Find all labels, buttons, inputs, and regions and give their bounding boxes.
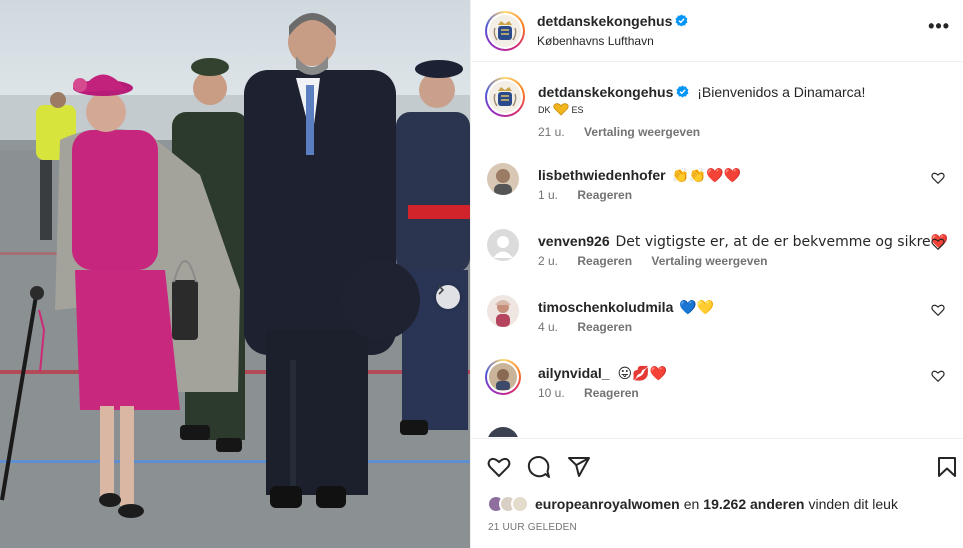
- more-options-icon[interactable]: •••: [928, 17, 950, 35]
- caption-age: 21 u.: [538, 125, 565, 139]
- likes-suffix: vinden dit leuk: [808, 496, 898, 512]
- comment-username[interactable]: ailynvidal_: [538, 365, 610, 381]
- comment-text: 💙💛: [679, 300, 715, 316]
- comment-body: timoschenkoludmila 💙💛: [538, 298, 714, 317]
- reply-button[interactable]: Reageren: [577, 188, 632, 202]
- royal-crest-icon: [489, 81, 521, 113]
- comment-item-partial: [487, 427, 957, 437]
- caption-text: ¡Bienvenidos a Dinamarca!: [697, 84, 866, 100]
- flag-es-label: ES: [571, 105, 584, 115]
- comment-age: 1 u.: [538, 188, 559, 202]
- comment-meta: 1 u. Reageren: [538, 188, 648, 202]
- likes-count[interactable]: 19.262 anderen: [703, 496, 804, 512]
- comment-item: venven926 Det vigtigste er, at de er bek…: [487, 229, 957, 279]
- commenter-avatar[interactable]: [487, 427, 519, 437]
- comment-item: lisbethwiedenhofer 👏👏❤️❤️ 1 u. Reageren: [487, 163, 957, 213]
- comment-username[interactable]: lisbethwiedenhofer: [538, 167, 666, 183]
- comment-username[interactable]: timoschenkoludmila: [538, 299, 673, 315]
- post-photo[interactable]: [0, 0, 470, 548]
- comment-item: ailynvidal_ 😛💋❤️ 10 u. Reageren: [485, 359, 957, 411]
- comment-body: ailynvidal_ 😛💋❤️: [538, 364, 667, 383]
- caption-meta: 21 u. Vertaling weergeven: [538, 125, 716, 139]
- commenter-avatar[interactable]: [487, 163, 519, 195]
- bookmark-icon[interactable]: [935, 455, 959, 479]
- comment-age: 10 u.: [538, 386, 565, 400]
- translate-link[interactable]: Vertaling weergeven: [651, 254, 767, 268]
- caption-flags: DK ES: [538, 103, 584, 116]
- like-comment-heart-icon[interactable]: [931, 303, 945, 317]
- heart-icon[interactable]: [487, 455, 511, 479]
- verified-badge-icon: [675, 14, 688, 27]
- comment-meta: 4 u. Reageren: [538, 320, 648, 334]
- post-timestamp[interactable]: 21 UUR GELEDEN: [488, 522, 577, 533]
- carousel-next-button[interactable]: [436, 285, 460, 309]
- liker-avatar: [511, 495, 529, 513]
- post-location[interactable]: Københavns Lufthavn: [537, 34, 654, 48]
- translate-link[interactable]: Vertaling weergeven: [584, 125, 700, 139]
- post-side-panel: detdanskekongehus Københavns Lufthavn ••…: [470, 0, 963, 548]
- author-username[interactable]: detdanskekongehus: [537, 13, 672, 29]
- comment-text: 😛💋❤️: [617, 366, 667, 382]
- likes-connector: en: [683, 496, 700, 512]
- likes-summary: europeanroyalwomen en 19.262 anderen vin…: [487, 495, 898, 513]
- like-comment-heart-icon[interactable]: [931, 237, 945, 251]
- comment-text: 👏👏❤️❤️: [671, 168, 742, 184]
- reply-button[interactable]: Reageren: [584, 386, 639, 400]
- comment-item: timoschenkoludmila 💙💛 4 u. Reageren: [487, 295, 957, 345]
- commenter-avatar[interactable]: [487, 295, 519, 327]
- reply-button[interactable]: Reageren: [577, 254, 632, 268]
- chevron-right-icon: [438, 285, 445, 295]
- comment-age: 2 u.: [538, 254, 559, 268]
- like-comment-heart-icon[interactable]: [931, 171, 945, 185]
- royal-crest-icon: [489, 15, 521, 47]
- comments-list[interactable]: detdanskekongehus ¡Bienvenidos a Dinamar…: [471, 63, 963, 437]
- comment-username[interactable]: venven926: [538, 233, 610, 249]
- comment-meta: 2 u. Reageren Vertaling weergeven: [538, 254, 783, 268]
- comment-icon[interactable]: [527, 455, 551, 479]
- comment-body: venven926 Det vigtigste er, at de er bek…: [538, 232, 948, 251]
- royal-arrival-photo: [0, 13, 470, 548]
- comment-text: Det vigtigste er, at de er bekvemme og s…: [615, 234, 949, 250]
- author-avatar[interactable]: [485, 11, 525, 51]
- post-actions: europeanroyalwomen en 19.262 anderen vin…: [471, 438, 963, 548]
- verified-badge-icon: [676, 85, 689, 98]
- comment-body: lisbethwiedenhofer 👏👏❤️❤️: [538, 166, 741, 185]
- commenter-avatar[interactable]: [487, 229, 519, 261]
- yellow-heart-icon: [553, 103, 569, 116]
- caption-avatar[interactable]: [485, 77, 525, 117]
- post-header: detdanskekongehus Københavns Lufthavn ••…: [471, 0, 963, 62]
- caption-username[interactable]: detdanskekongehus: [538, 84, 673, 100]
- share-icon[interactable]: [567, 455, 591, 479]
- reply-button[interactable]: Reageren: [577, 320, 632, 334]
- flag-dk-label: DK: [538, 105, 551, 115]
- liker-username[interactable]: europeanroyalwomen: [535, 496, 680, 512]
- comment-age: 4 u.: [538, 320, 559, 334]
- like-comment-heart-icon[interactable]: [931, 369, 945, 383]
- comment-meta: 10 u. Reageren: [538, 386, 655, 400]
- commenter-avatar[interactable]: [485, 359, 521, 395]
- caption: detdanskekongehus ¡Bienvenidos a Dinamar…: [538, 83, 938, 101]
